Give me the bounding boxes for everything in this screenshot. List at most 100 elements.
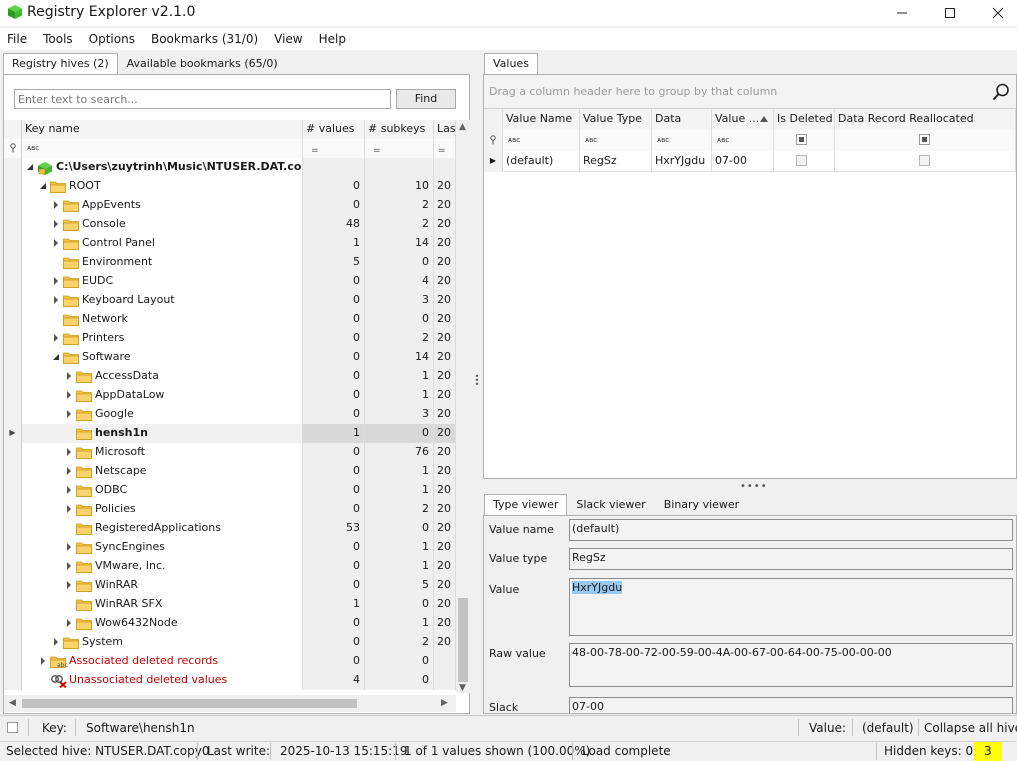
cell-values[interactable]: 0	[303, 272, 365, 291]
scroll-left-icon[interactable]: ◀	[9, 698, 16, 708]
tab-binary-viewer[interactable]: Binary viewer	[655, 494, 748, 516]
status-checkbox[interactable]	[7, 722, 18, 733]
cell-subkeys[interactable]: 0	[365, 671, 434, 690]
expanded-arrow-icon[interactable]	[39, 182, 47, 190]
cell-subkeys[interactable]: 2	[365, 215, 434, 234]
tab-values[interactable]: Values	[484, 53, 538, 75]
cell-key-name[interactable]: Keyboard Layout	[22, 291, 303, 310]
column-header-value-name[interactable]: Value Name	[503, 109, 580, 130]
cell-subkeys[interactable]: 0	[365, 595, 434, 614]
filter-is-deleted[interactable]	[774, 130, 835, 151]
table-row[interactable]: Microsoft 0 76 20	[4, 443, 456, 462]
cell-last-write[interactable]: 20	[434, 576, 456, 595]
cell-key-name[interactable]: ODBC	[22, 481, 303, 500]
cell-values[interactable]: 0	[303, 576, 365, 595]
cell-subkeys[interactable]: 1	[365, 557, 434, 576]
scroll-up-icon[interactable]: ▲	[459, 122, 466, 132]
cell-subkeys[interactable]: 1	[365, 614, 434, 633]
table-row[interactable]: Policies 0 2 20	[4, 500, 456, 519]
cell-last-write[interactable]: 20	[434, 595, 456, 614]
menu-help[interactable]: Help	[311, 28, 354, 50]
column-header-last-write[interactable]: Last w	[434, 120, 456, 139]
cell-subkeys[interactable]: 1	[365, 538, 434, 557]
cell-is-deleted[interactable]	[774, 151, 835, 172]
filter-data[interactable]: ᴀʙc	[652, 130, 712, 151]
table-row[interactable]: EUDC 0 4 20	[4, 272, 456, 291]
table-row[interactable]: WinRAR 0 5 20	[4, 576, 456, 595]
scroll-thumb[interactable]	[22, 699, 357, 708]
cell-values[interactable]: 1	[303, 595, 365, 614]
cell-last-write[interactable]	[434, 652, 456, 671]
menu-bookmarks[interactable]: Bookmarks (31/0)	[143, 28, 266, 50]
cell-last-write[interactable]: 20	[434, 614, 456, 633]
cell-key-name[interactable]: Wow6432Node	[22, 614, 303, 633]
cell-values[interactable]: 0	[303, 367, 365, 386]
collapsed-arrow-icon[interactable]	[52, 638, 60, 646]
cell-last-write[interactable]: 20	[434, 253, 456, 272]
vertical-splitter-grip[interactable]: • • •	[474, 373, 480, 391]
cell-value-name[interactable]: (default)	[503, 151, 580, 172]
collapsed-arrow-icon[interactable]	[52, 296, 60, 304]
cell-subkeys[interactable]: 1	[365, 367, 434, 386]
is-deleted-checkbox[interactable]	[796, 155, 807, 166]
cell-last-write[interactable]: 20	[434, 177, 456, 196]
filter-value-type[interactable]: ᴀʙc	[580, 130, 652, 151]
cell-subkeys[interactable]: 14	[365, 234, 434, 253]
cell-subkeys[interactable]	[365, 158, 434, 177]
cell-values[interactable]: 0	[303, 652, 365, 671]
cell-data-record-reallocated[interactable]	[835, 151, 1016, 172]
maximize-button[interactable]	[927, 0, 973, 26]
collapse-all-hives-button[interactable]: Collapse all hives	[924, 721, 1017, 735]
collapsed-arrow-icon[interactable]	[65, 562, 73, 570]
search-input[interactable]	[14, 89, 391, 109]
search-icon[interactable]	[992, 83, 1010, 101]
tree-horizontal-scrollbar[interactable]: ◀ ▶	[4, 695, 456, 712]
table-row[interactable]: Console 48 2 20	[4, 215, 456, 234]
collapsed-arrow-icon[interactable]	[65, 410, 73, 418]
cell-last-write[interactable]: 20	[434, 462, 456, 481]
cell-values[interactable]: 0	[303, 329, 365, 348]
cell-last-write[interactable]: 20	[434, 386, 456, 405]
find-button[interactable]: Find	[396, 89, 456, 109]
collapsed-arrow-icon[interactable]	[65, 543, 73, 551]
cell-key-name[interactable]: abc Associated deleted records	[22, 652, 303, 671]
cell-last-write[interactable]: 20	[434, 196, 456, 215]
collapsed-arrow-icon[interactable]	[52, 239, 60, 247]
table-row[interactable]: Wow6432Node 0 1 20	[4, 614, 456, 633]
collapsed-arrow-icon[interactable]	[65, 619, 73, 627]
cell-last-write[interactable]: 20	[434, 443, 456, 462]
cell-values[interactable]: 0	[303, 291, 365, 310]
cell-last-write[interactable]: 20	[434, 424, 456, 443]
cell-values[interactable]: 0	[303, 538, 365, 557]
menu-view[interactable]: View	[266, 28, 310, 50]
table-row[interactable]: ROOT 0 10 20	[4, 177, 456, 196]
cell-key-name[interactable]: Unassociated deleted values	[22, 671, 303, 690]
filter-key-name[interactable]: ᴀʙc	[22, 139, 303, 158]
cell-values[interactable]: 53	[303, 519, 365, 538]
table-row[interactable]: VMware, Inc. 0 1 20	[4, 557, 456, 576]
cell-last-write[interactable]: 20	[434, 367, 456, 386]
horizontal-splitter-grip[interactable]: ••••	[740, 481, 768, 492]
cell-last-write[interactable]: 20	[434, 481, 456, 500]
cell-values[interactable]: 4	[303, 671, 365, 690]
cell-value-type[interactable]: RegSz	[580, 151, 652, 172]
cell-values[interactable]: 48	[303, 215, 365, 234]
collapsed-arrow-icon[interactable]	[52, 277, 60, 285]
cell-values[interactable]: 5	[303, 253, 365, 272]
filter-last-write[interactable]: =	[434, 139, 456, 158]
cell-subkeys[interactable]: 2	[365, 196, 434, 215]
cell-last-write[interactable]: 20	[434, 291, 456, 310]
cell-subkeys[interactable]: 10	[365, 177, 434, 196]
menu-file[interactable]: File	[0, 28, 35, 50]
cell-subkeys[interactable]: 1	[365, 481, 434, 500]
table-row[interactable]: Printers 0 2 20	[4, 329, 456, 348]
filter-subkeys[interactable]: =	[365, 139, 434, 158]
cell-values[interactable]: 0	[303, 405, 365, 424]
cell-values[interactable]: 0	[303, 443, 365, 462]
cell-subkeys[interactable]: 2	[365, 329, 434, 348]
cell-subkeys[interactable]: 0	[365, 310, 434, 329]
scroll-right-icon[interactable]: ▶	[441, 698, 448, 708]
cell-key-name[interactable]: AppDataLow	[22, 386, 303, 405]
cell-key-name[interactable]: System	[22, 633, 303, 652]
cell-key-name[interactable]: WinRAR	[22, 576, 303, 595]
